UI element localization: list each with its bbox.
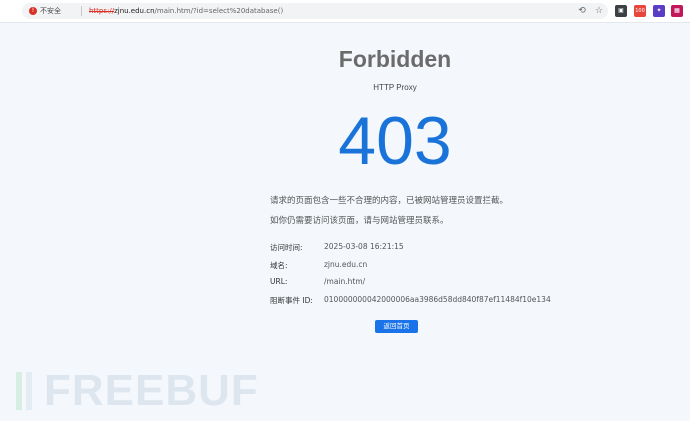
browser-toolbar: ! 不安全 https://zjnu.edu.cn/main.htm/?id=s… — [0, 0, 690, 23]
detail-label: 访问时间: — [270, 243, 303, 252]
page-subtitle: HTTP Proxy — [373, 83, 417, 92]
puzzle-extension-icon[interactable]: ✦ — [653, 5, 665, 17]
detail-label: URL: — [270, 277, 288, 286]
bookmark-star-icon[interactable]: ☆ — [594, 6, 604, 16]
detail-value: /main.htm/ — [324, 277, 366, 286]
page-title: Forbidden — [338, 46, 452, 72]
block-message: 请求的页面包含一些不合理的内容，已被网站管理员设置拦截。 — [270, 196, 509, 206]
extension-badge-icon[interactable]: 100 — [634, 5, 646, 17]
url-host: zjnu.edu.cn — [114, 7, 155, 15]
translate-icon[interactable]: ⟲ — [577, 6, 587, 16]
detail-value: 2025-03-08 16:21:15 — [324, 242, 404, 251]
address-divider — [81, 6, 82, 16]
url-scheme: https:// — [89, 7, 115, 15]
extension-badge-count: 100 — [635, 8, 645, 14]
url-text[interactable]: https://zjnu.edu.cn/main.htm/?id=select%… — [89, 5, 283, 17]
detail-label: 域名: — [270, 261, 288, 270]
watermark-bar — [26, 372, 32, 410]
security-label[interactable]: 不安全 — [40, 5, 61, 17]
status-code: 403 — [338, 103, 452, 179]
extension-icon[interactable]: ▣ — [615, 5, 627, 17]
profile-extension-icon[interactable]: ▦ — [671, 5, 683, 17]
detail-value: 010000000042000006aa3986d58dd840f87ef114… — [324, 295, 551, 304]
back-home-button[interactable]: 返回首页 — [375, 320, 418, 333]
watermark-text: FREEBUF — [44, 366, 259, 415]
detail-label: 阻断事件 ID: — [270, 296, 313, 305]
not-secure-icon[interactable]: ! — [29, 7, 37, 15]
contact-message: 如你仍需要访问该页面，请与网站管理员联系。 — [270, 216, 449, 226]
address-bar[interactable]: ! 不安全 https://zjnu.edu.cn/main.htm/?id=s… — [22, 3, 608, 19]
detail-value: zjnu.edu.cn — [324, 260, 368, 269]
watermark-bar — [16, 372, 22, 410]
url-path: /main.htm/?id=select%20database() — [154, 7, 284, 15]
